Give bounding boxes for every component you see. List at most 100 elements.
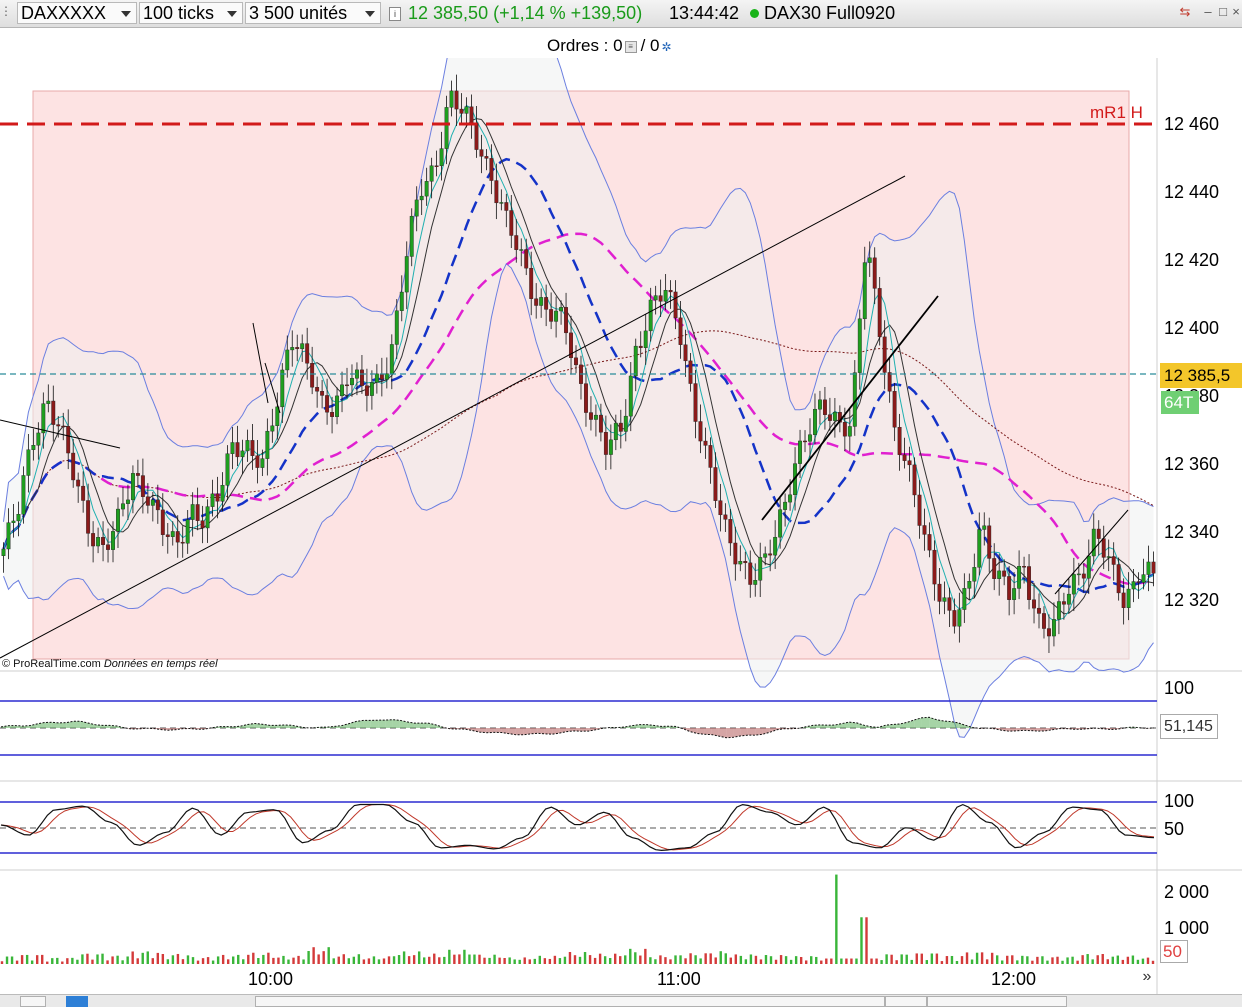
volume-bar — [242, 959, 244, 964]
candle — [22, 475, 25, 514]
candle — [719, 501, 722, 515]
volume-bar — [66, 958, 68, 964]
volume-bar — [699, 958, 701, 964]
orders-list-icon[interactable]: ≡ — [625, 41, 637, 53]
volume-bar — [192, 957, 194, 964]
volume-bar — [906, 955, 908, 964]
bottom-scrollbar[interactable] — [0, 994, 1242, 1007]
rsi-fill — [356, 720, 363, 728]
market-name: DAX30 Full0920 — [764, 2, 895, 24]
volume-bar — [1147, 958, 1149, 964]
rsi-fill — [552, 728, 559, 734]
rsi-fill — [74, 721, 81, 728]
scroll-tab[interactable] — [20, 996, 46, 1007]
candle — [798, 441, 801, 464]
scroll-right-icon[interactable]: » — [1139, 968, 1155, 990]
candle — [1002, 571, 1005, 577]
candle — [554, 311, 557, 321]
volume-bar — [328, 947, 330, 964]
volume-bar — [1117, 956, 1119, 964]
volume-bar — [202, 958, 204, 964]
volume-bar — [604, 956, 606, 964]
maximize-button[interactable]: □ — [1216, 4, 1230, 19]
volume-bar — [775, 960, 777, 964]
gear-icon[interactable]: ✲ — [662, 40, 672, 54]
candle — [7, 523, 10, 549]
volume-bar — [981, 952, 983, 964]
candle — [564, 307, 567, 333]
candle — [1012, 588, 1015, 599]
volume-bar — [1036, 957, 1038, 964]
data-credit: © ProRealTime.com Données en temps réel — [2, 658, 218, 670]
volume-bar — [750, 954, 752, 964]
candle — [231, 442, 234, 453]
volume-bar — [121, 960, 123, 964]
volume-bar — [1071, 957, 1073, 964]
chart-canvas[interactable]: mR1 H 12 46012 44012 42012 40012 38012 3… — [0, 58, 1242, 994]
units-dropdown[interactable]: 3 500 unités — [245, 2, 381, 24]
candle — [181, 542, 184, 543]
volume-bar — [353, 957, 355, 964]
volume-bar — [1097, 955, 1099, 964]
candle — [664, 290, 667, 301]
volume-bar — [1091, 959, 1093, 964]
candle — [206, 507, 209, 528]
volume-bar — [212, 961, 214, 964]
candle — [679, 318, 682, 345]
candle — [1047, 629, 1050, 637]
volume-bar — [694, 955, 696, 964]
volume-bar — [217, 956, 219, 964]
candle — [913, 465, 916, 495]
candle — [868, 258, 871, 263]
volume-bar — [976, 953, 978, 964]
scroll-tab[interactable] — [885, 996, 927, 1007]
toolbar-grip-icon[interactable]: ⋮ — [0, 4, 8, 22]
candle — [943, 598, 946, 602]
price-tick-label: 12 340 — [1164, 522, 1219, 542]
volume-bar — [644, 949, 646, 964]
candle — [778, 510, 781, 538]
volume-bar — [689, 953, 691, 964]
timeframe-dropdown[interactable]: 100 ticks — [139, 2, 243, 24]
info-icon[interactable]: i — [389, 7, 401, 21]
volume-bar — [1061, 961, 1063, 964]
candle — [898, 427, 901, 454]
volume-bar — [679, 955, 681, 964]
scroll-tab[interactable] — [927, 996, 1067, 1007]
candle — [724, 515, 727, 520]
volume-bar — [126, 956, 128, 964]
volume-bar — [448, 950, 450, 964]
scroll-track[interactable] — [255, 996, 885, 1007]
minimize-button[interactable]: – — [1201, 4, 1215, 19]
candle — [325, 395, 328, 412]
candle — [634, 346, 637, 376]
candle — [126, 500, 129, 504]
volume-bar — [307, 951, 309, 964]
volume-bar — [262, 955, 264, 964]
volume-bar — [297, 956, 299, 964]
volume-bar — [11, 956, 13, 964]
volume-bar — [921, 954, 923, 964]
candle — [52, 401, 55, 425]
volume-bar — [720, 951, 722, 964]
close-button[interactable]: × — [1229, 4, 1242, 19]
volume-bar — [704, 953, 706, 964]
scroll-thumb[interactable] — [66, 996, 88, 1007]
instrument-dropdown[interactable]: DAXXXXX — [17, 2, 137, 24]
rsi-fill — [400, 720, 407, 728]
candle — [624, 416, 627, 431]
volume-bar — [800, 957, 802, 964]
volume-bar — [137, 958, 139, 964]
rsi-fill — [371, 720, 378, 728]
volume-bar — [664, 957, 666, 964]
volume-bar — [508, 957, 510, 964]
candle — [151, 500, 154, 506]
sync-icon[interactable]: ⇆ — [1178, 4, 1192, 20]
candle — [101, 537, 104, 544]
price-tick-label: 12 360 — [1164, 454, 1219, 474]
candle — [749, 563, 752, 585]
rsi-fill — [422, 723, 429, 728]
time-tick-label: 10:00 — [248, 969, 293, 990]
volume-bar — [659, 955, 661, 964]
credit-note: Données en temps réel — [104, 658, 218, 670]
